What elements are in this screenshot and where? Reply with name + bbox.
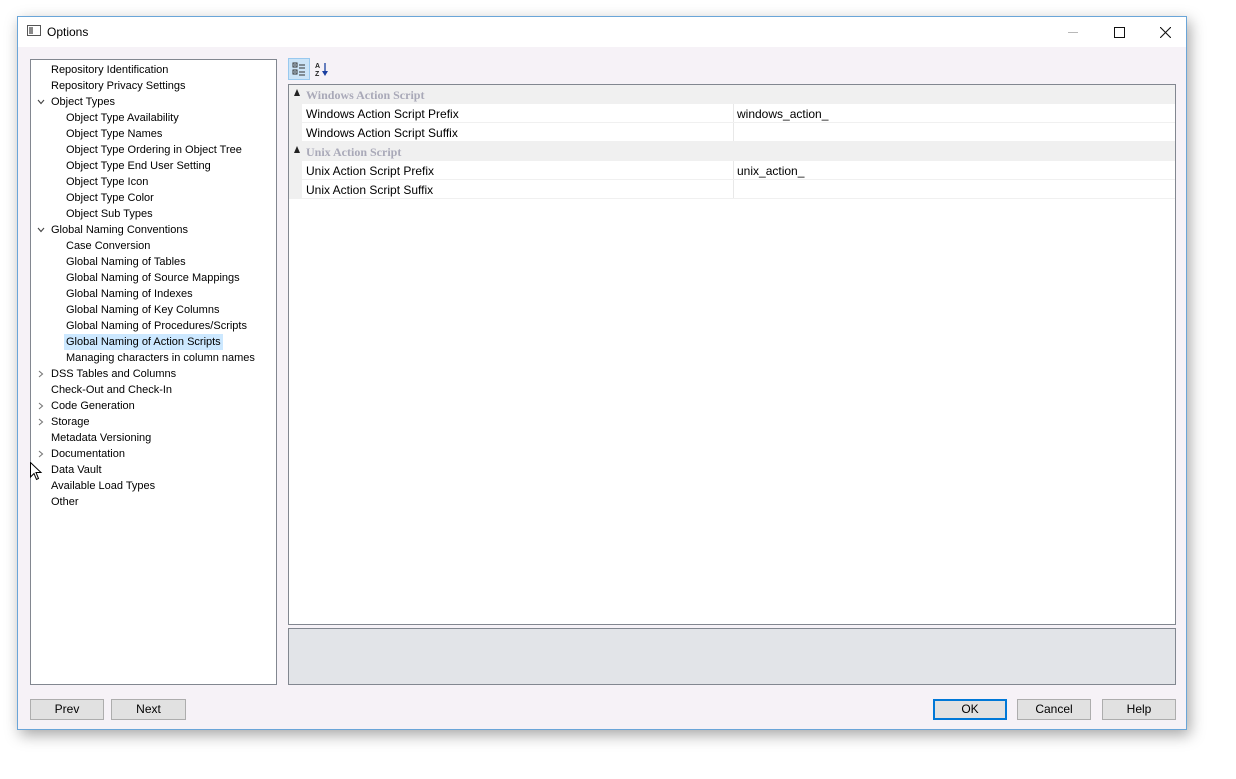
maximize-button[interactable] [1096,17,1142,47]
property-value[interactable]: unix_action_ [737,164,804,178]
options-tree[interactable]: Repository Identification Repository Priv… [30,59,277,685]
row-gutter [289,104,302,123]
row-separator [302,198,1175,199]
tree-item[interactable]: Object Type Color [64,190,156,206]
ok-button[interactable]: OK [933,699,1007,720]
tree-item[interactable]: Global Naming of Procedures/Scripts [64,318,249,334]
tree-item[interactable]: Available Load Types [49,478,157,494]
property-grid[interactable]: Windows Action Script Windows Action Scri… [288,84,1176,625]
chevron-right-icon[interactable] [36,398,46,414]
category-row[interactable]: Windows Action Script [289,85,1175,104]
tree-item[interactable]: Global Naming of Indexes [64,286,195,302]
maximize-icon [1113,26,1125,38]
sort-az-icon: A Z [315,63,328,77]
categorized-button[interactable] [288,58,310,80]
category-row[interactable]: Unix Action Script [289,142,1175,161]
chevron-right-icon[interactable] [36,446,46,462]
tree-item[interactable]: Object Type Names [64,126,164,142]
help-button[interactable]: Help [1102,699,1176,720]
next-button[interactable]: Next [111,699,186,720]
minimize-button[interactable] [1050,17,1096,47]
minimize-icon [1068,32,1078,33]
chevron-right-icon[interactable] [36,414,46,430]
tree-item[interactable]: Global Naming of Tables [64,254,188,270]
property-row[interactable]: Unix Action Script Suffix [289,180,1175,199]
chevron-down-icon[interactable] [36,94,46,110]
tree-item[interactable]: Global Naming of Key Columns [64,302,221,318]
svg-text:A: A [315,63,320,70]
category-label: Unix Action Script [306,145,402,159]
tree-item[interactable]: Storage [49,414,92,430]
title-bar[interactable]: Options [18,17,1186,47]
chevron-right-icon[interactable] [36,366,46,382]
tree-item[interactable]: Object Type Icon [64,174,150,190]
chevron-down-icon[interactable] [36,222,46,238]
close-icon [1159,26,1171,38]
alphabetical-sort-button[interactable]: A Z [311,58,333,80]
mouse-cursor-icon [30,462,43,481]
prev-button[interactable]: Prev [30,699,104,720]
tree-item[interactable]: Object Type End User Setting [64,158,213,174]
tree-item[interactable]: Object Type Ordering in Object Tree [64,142,244,158]
tree-item[interactable]: Object Types [49,94,117,110]
tree-item[interactable]: Code Generation [49,398,137,414]
property-value[interactable]: windows_action_ [737,107,828,121]
property-name: Windows Action Script Suffix [306,126,458,140]
tree-item[interactable]: Global Naming Conventions [49,222,190,238]
tree-item[interactable]: Managing characters in column names [64,350,257,366]
row-gutter [289,123,302,142]
tree-item[interactable]: Object Type Availability [64,110,181,126]
property-row[interactable]: Windows Action Script Prefix windows_acti… [289,104,1175,123]
tree-item[interactable]: Check-Out and Check-In [49,382,174,398]
property-name: Unix Action Script Prefix [306,164,435,178]
collapse-triangle-icon[interactable] [294,89,300,96]
tree-item[interactable]: Repository Identification [49,62,170,78]
column-divider [733,161,734,180]
svg-text:Z: Z [315,71,320,77]
options-dialog: Options Repository Identification Reposit… [17,16,1187,730]
column-divider [733,123,734,142]
category-label: Windows Action Script [306,88,425,102]
tree-item[interactable]: Other [49,494,81,510]
categorized-icon [292,62,305,76]
tree-item[interactable]: Metadata Versioning [49,430,153,446]
tree-item[interactable]: Case Conversion [64,238,152,254]
property-name: Unix Action Script Suffix [306,183,434,197]
tree-item[interactable]: Object Sub Types [64,206,155,222]
column-divider [733,104,734,123]
tree-item[interactable]: Data Vault [49,462,104,478]
property-row[interactable]: Unix Action Script Prefix unix_action_ [289,161,1175,180]
tree-item[interactable]: Documentation [49,446,127,462]
close-button[interactable] [1142,17,1188,47]
property-row[interactable]: Windows Action Script Suffix [289,123,1175,142]
property-description-panel [288,628,1176,685]
row-gutter [289,180,302,199]
tree-item[interactable]: DSS Tables and Columns [49,366,178,382]
property-name: Windows Action Script Prefix [306,107,459,121]
cancel-button[interactable]: Cancel [1017,699,1091,720]
collapse-triangle-icon[interactable] [294,146,300,153]
row-gutter [289,161,302,180]
tree-item[interactable]: Global Naming of Source Mappings [64,270,242,286]
window-title: Options [47,25,89,39]
app-window-icon [27,25,41,36]
column-divider [733,180,734,199]
tree-item[interactable]: Repository Privacy Settings [49,78,188,94]
tree-item[interactable]: Global Naming of Action Scripts [64,334,223,350]
